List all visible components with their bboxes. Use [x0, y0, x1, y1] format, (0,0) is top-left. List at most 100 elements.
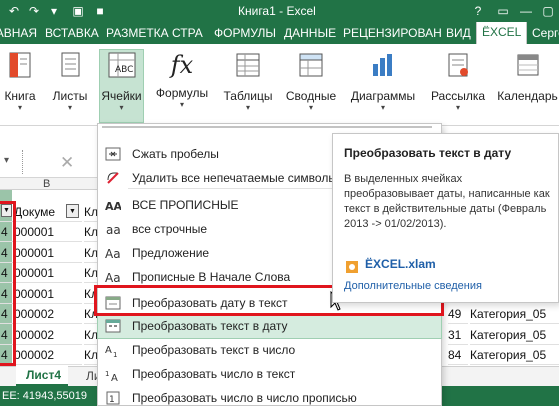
uppercase-icon: AA — [105, 200, 121, 213]
tooltip-file: ЁXCEL.xlam — [365, 257, 436, 271]
sheet-tab-active[interactable]: Лист4 — [16, 366, 68, 386]
svg-text:Aa: Aa — [105, 247, 121, 261]
addin-file-icon — [346, 261, 358, 273]
menu-item-label: Преобразовать число в число прописью — [132, 391, 357, 405]
cell-col-b[interactable]: 000001 — [14, 243, 82, 263]
charts-label: Диаграммы — [350, 89, 416, 103]
menu-item-label: Прописные В Начале Слова — [132, 270, 291, 284]
svg-text:ABC: ABC — [115, 65, 133, 75]
qat-customize-icon[interactable]: ▾ — [46, 3, 62, 19]
svg-text:AA: AA — [105, 200, 121, 213]
header-cell-client[interactable]: Кл — [84, 202, 98, 222]
cell-col-b[interactable]: 000002 — [14, 304, 82, 324]
fx-icon: fx — [170, 51, 194, 79]
cells-icon: ABC — [108, 52, 135, 78]
svg-text:A: A — [111, 373, 118, 382]
mailing-button[interactable]: Рассылка ▾ — [427, 50, 489, 113]
svg-text:1: 1 — [105, 370, 109, 378]
menu-item-text-to-number[interactable]: A 1 Преобразовать текст в число — [98, 338, 441, 362]
tab-insert[interactable]: ВСТАВКА — [45, 26, 99, 40]
tab-view[interactable]: ВИД — [446, 26, 471, 40]
cell-col-c[interactable]: Кл — [84, 222, 98, 242]
cell-col-b[interactable]: 000002 — [14, 325, 82, 345]
formula-bar-splitter[interactable] — [22, 150, 24, 174]
tab-user[interactable]: Серге — [532, 26, 559, 40]
pivot-icon — [299, 53, 323, 77]
table-icon — [236, 53, 260, 77]
cell-col-b[interactable]: 000001 — [14, 284, 82, 304]
filter-dropdown-icon[interactable]: ▼ — [66, 202, 82, 222]
tab-page-layout[interactable]: РАЗМЕТКА СТРА — [106, 26, 203, 40]
formula-bar: ▾ ✕ — [0, 148, 100, 178]
ribbon: Книга ▾ Листы ▾ ABC Ячейки ▾ fx Формулы … — [0, 44, 559, 126]
status-text: ЕЕ: 41943,55019 — [2, 390, 88, 402]
text-to-number-icon: A1 — [105, 345, 117, 358]
highlight-frame-column-a — [0, 201, 16, 366]
cell-col-c[interactable]: Кл — [84, 345, 98, 365]
menu-item-label: Сжать пробелы — [132, 147, 219, 161]
help-icon[interactable]: ? — [470, 3, 486, 19]
cell-col-b[interactable]: 000002 — [14, 345, 82, 365]
sheets-label: Листы — [52, 89, 88, 103]
column-header-b[interactable]: B — [43, 178, 50, 190]
chevron-down-icon: ▾ — [67, 103, 72, 112]
cell-category[interactable]: Категория_05 — [470, 345, 559, 365]
redo-icon[interactable]: ↷ — [26, 3, 42, 19]
ribbon-tabs: ГЛАВНАЯ ВСТАВКА РАЗМЕТКА СТРА ФОРМУЛЫ ДА… — [0, 22, 559, 46]
menu-item-number-to-text[interactable]: 1 A Преобразовать число в текст — [98, 362, 441, 386]
tab-data[interactable]: ДАННЫЕ — [284, 26, 336, 40]
cell-category[interactable]: Категория_05 — [470, 304, 559, 324]
cells-button[interactable]: ABC Ячейки ▾ — [99, 49, 144, 123]
chevron-down-icon: ▾ — [455, 103, 460, 112]
number-to-text-icon: 1A — [105, 370, 118, 382]
sentence-case-icon: Aa — [105, 247, 121, 261]
cell-col-b[interactable]: 000001 — [14, 263, 82, 283]
cells-label: Ячейки — [101, 89, 142, 103]
cell-number[interactable]: 31 — [448, 325, 468, 345]
calendar-label: Календарь — [497, 89, 558, 103]
menu-item-label: Удалить все непечатаемые символы — [132, 171, 337, 185]
cell-col-c[interactable]: Кл — [84, 325, 98, 345]
chevron-down-icon: ▾ — [245, 103, 250, 112]
excel-app-icon: ▣ — [72, 4, 84, 18]
calendar-button[interactable]: Календарь — [496, 50, 559, 103]
svg-text:1: 1 — [113, 351, 117, 358]
book-label: Книга — [4, 89, 36, 103]
tooltip-title: Преобразовать текст в дату — [344, 146, 512, 160]
sheets-button[interactable]: Листы ▾ — [48, 50, 92, 113]
mailing-label: Рассылка — [430, 89, 486, 103]
cell-col-b[interactable]: 000001 — [14, 222, 82, 242]
title-case-icon: Aa — [105, 271, 121, 285]
book-button[interactable]: Книга ▾ — [0, 50, 40, 113]
excel-window: ↶ ↷ ▾ ▣ ■ Книга1 - Excel ? ▭ — ▢ ГЛАВНАЯ… — [0, 0, 559, 406]
ribbon-display-icon[interactable]: ▭ — [495, 3, 511, 19]
cell-category[interactable]: Категория_05 — [470, 325, 559, 345]
menu-item-number-to-words[interactable]: 1 Преобразовать число в число прописью — [98, 386, 441, 406]
tab-ezxcel[interactable]: ЁXCEL — [476, 22, 528, 46]
undo-icon[interactable]: ↶ — [6, 3, 22, 19]
formulas-button[interactable]: fx Формулы ▾ — [152, 50, 212, 110]
chevron-down-icon: ▾ — [179, 100, 184, 109]
sheets-icon — [61, 52, 80, 77]
tooltip: Преобразовать текст в дату В выделенных … — [332, 133, 559, 303]
pivot-button[interactable]: Сводные ▾ — [283, 50, 339, 113]
tab-formulas[interactable]: ФОРМУЛЫ — [214, 26, 276, 40]
name-box-dropdown-icon[interactable]: ▾ — [4, 155, 9, 166]
tab-review[interactable]: РЕЦЕНЗИРОВАН — [343, 26, 442, 40]
tooltip-more-info-link[interactable]: Дополнительные сведения — [344, 280, 482, 292]
cell-col-c[interactable]: Кл — [84, 243, 98, 263]
save-icon[interactable]: ■ — [92, 3, 108, 19]
tables-button[interactable]: Таблицы ▾ — [220, 50, 276, 113]
minimize-icon[interactable]: — — [518, 3, 534, 19]
cell-col-c[interactable]: Кл — [84, 263, 98, 283]
svg-text:A: A — [105, 345, 112, 356]
charts-button[interactable]: Диаграммы ▾ — [346, 50, 420, 113]
restore-icon[interactable]: ▢ — [540, 3, 556, 19]
menu-item-text-to-date[interactable]: Преобразовать текст в дату — [97, 313, 442, 339]
cancel-icon[interactable]: ✕ — [60, 153, 74, 173]
cell-number[interactable]: 49 — [448, 304, 468, 324]
menu-item-label: Преобразовать текст в число — [132, 343, 296, 357]
cell-number[interactable]: 84 — [448, 345, 468, 365]
tab-home[interactable]: ГЛАВНАЯ — [0, 26, 37, 40]
svg-text:aa: aa — [106, 223, 121, 237]
